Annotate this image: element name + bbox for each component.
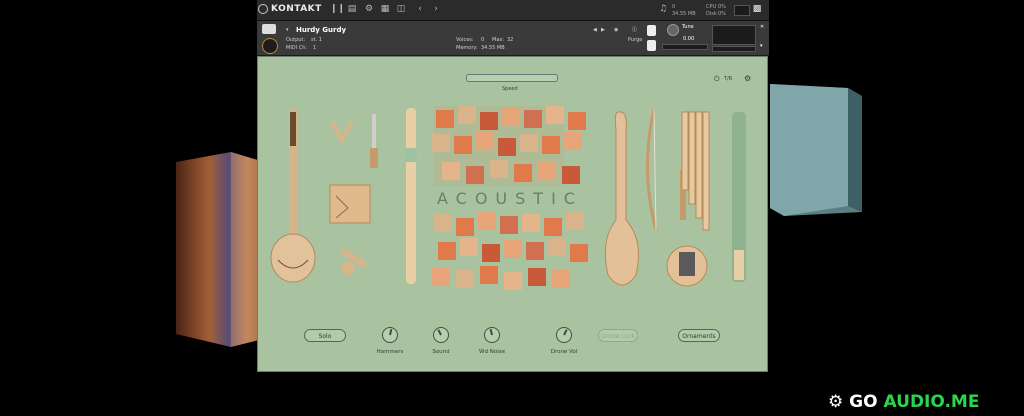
ni-logo-icon [258, 4, 268, 14]
output-value[interactable]: st. 1 [311, 37, 322, 43]
cpu-label: CPU [706, 4, 717, 10]
knob-wd-noise[interactable] [484, 327, 500, 343]
settings-icon[interactable]: ⚙ [744, 74, 751, 83]
knob-hammers[interactable] [382, 327, 398, 343]
midi-icon: ♫ [658, 4, 668, 14]
power-label: T/R [724, 76, 733, 82]
speed-slider[interactable] [466, 74, 558, 82]
sitar-illustration [270, 110, 316, 283]
info-icon[interactable]: ⓘ [632, 26, 637, 33]
watermark-suffix: AUDIO.ME [883, 392, 980, 412]
knob-label: Hammers [376, 349, 404, 355]
nav-forward-icon[interactable]: › [431, 4, 441, 14]
memory-label: Memory: [456, 45, 478, 51]
instrument-name[interactable]: Hurdy Gurdy [296, 26, 346, 34]
solo-toggle-button[interactable]: Solo [304, 329, 346, 342]
mute-button[interactable] [647, 40, 656, 51]
max-voices-value[interactable]: 32 [507, 37, 513, 43]
save-icon[interactable]: ▤ [347, 4, 357, 14]
output-label: Output: [286, 37, 306, 43]
teal-cube-decoration [770, 84, 862, 216]
instrument-avatar [262, 38, 278, 54]
voices-readout: 0 [672, 4, 676, 10]
cube-cluster-bottom [432, 212, 594, 294]
knob-label: Wd Noise [479, 349, 505, 355]
knob-label: Drone Vol [550, 349, 578, 355]
nav-back-icon[interactable]: ‹ [415, 4, 425, 14]
knob-indicator [437, 329, 442, 336]
prev-instrument-icon[interactable]: ◀ [593, 27, 597, 33]
ornaments-button[interactable]: Ornaments [678, 329, 720, 342]
rack-view-icon[interactable]: ▦ [380, 4, 390, 14]
cpu-value: 0% [718, 4, 726, 10]
midi-channel-value[interactable]: 1 [313, 45, 316, 51]
library-icon[interactable]: ❙❙ [330, 4, 345, 14]
memory-readout: 34.55 MB [672, 11, 696, 17]
tune-label: Tune [682, 24, 694, 30]
knob-label: Sound [432, 349, 450, 355]
knob-drone-vol[interactable] [556, 327, 572, 343]
aux-send-display [712, 25, 756, 45]
midi-channel-label: MIDI Ch: [286, 45, 308, 51]
knob-indicator [489, 329, 493, 336]
purge-label[interactable]: Purge [628, 37, 642, 43]
instrument-menu-icon[interactable]: ▾ [286, 27, 289, 33]
view-toggle-icon[interactable]: ▩ [752, 4, 762, 14]
watermark: ⚙ GO AUDIO.ME [828, 392, 979, 412]
watermark-prefix: GO [849, 392, 878, 412]
acoustic-title: ACOUSTIC [437, 189, 583, 208]
close-icon[interactable]: ✕ [760, 24, 764, 30]
max-voices-label: Max: [492, 37, 505, 43]
tune-value: 0.00 [683, 36, 695, 42]
snapshot-icon[interactable]: ◫ [396, 4, 406, 14]
power-icon[interactable]: ⏻ [714, 75, 720, 84]
disk-value: 0% [718, 11, 726, 17]
tune-knob[interactable] [667, 24, 679, 36]
knob-indicator [563, 329, 568, 336]
output-level-meter [614, 46, 642, 50]
pan-slider[interactable] [662, 44, 708, 50]
voices-label: Voices: [456, 37, 474, 43]
speed-label: Speed [502, 86, 518, 92]
settings-gear-icon[interactable]: ⚙ [364, 4, 374, 14]
knob-sound[interactable] [433, 327, 449, 343]
watermark-gear-icon: ⚙ [828, 392, 844, 412]
app-logo-text: KONTAKT [271, 4, 322, 14]
collapse-icon[interactable]: ▾ [760, 43, 763, 49]
instrument-logo-icon [262, 24, 276, 34]
solo-button[interactable] [647, 25, 656, 36]
level-meter [734, 5, 750, 16]
cube-cluster-top [432, 106, 594, 188]
camera-icon[interactable]: ◉ [614, 27, 618, 33]
volume-slider[interactable] [712, 46, 756, 52]
drone-lock-button[interactable]: Drone Lock [598, 329, 638, 342]
memory-value: 34.55 MB [481, 45, 505, 51]
knob-indicator [389, 328, 392, 336]
next-instrument-icon[interactable]: ▶ [601, 27, 605, 33]
voices-value: 0 [481, 37, 485, 43]
disk-label: Disk [706, 11, 717, 17]
